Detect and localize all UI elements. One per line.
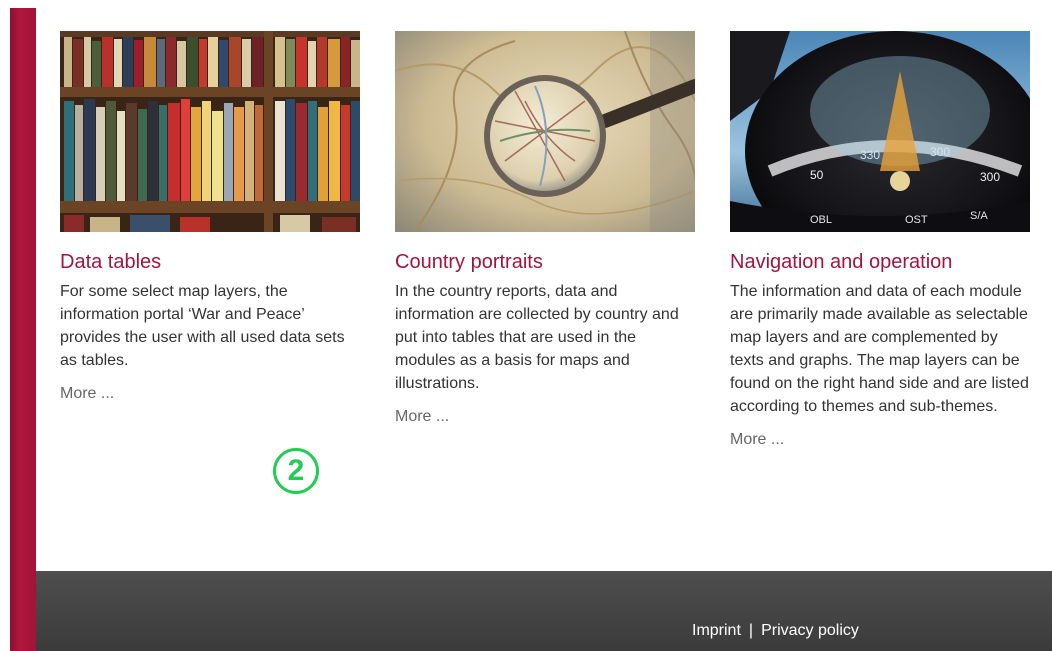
card-title[interactable]: Data tables <box>60 250 360 274</box>
bookshelf-image[interactable] <box>60 31 360 232</box>
svg-text:50: 50 <box>810 168 824 182</box>
footer-separator: | <box>748 622 754 639</box>
compass-image[interactable]: 50 330 300 300 OBL OST S/A <box>730 31 1030 232</box>
card-description: In the country reports, data and informa… <box>395 283 679 392</box>
more-link[interactable]: More ... <box>395 408 449 426</box>
card-description: The information and data of each module … <box>730 283 1029 415</box>
card-title[interactable]: Country portraits <box>395 250 695 274</box>
svg-text:OST: OST <box>905 214 928 226</box>
accent-stripe <box>10 8 36 651</box>
privacy-policy-link[interactable]: Privacy policy <box>761 622 859 639</box>
left-accent-bar <box>0 0 36 651</box>
footer-links: Imprint | Privacy policy <box>692 622 859 640</box>
svg-text:300: 300 <box>980 170 1000 184</box>
imprint-link[interactable]: Imprint <box>692 622 741 639</box>
more-link[interactable]: More ... <box>730 431 784 449</box>
card-country-portraits: Country portraits In the country reports… <box>395 31 695 426</box>
more-link[interactable]: More ... <box>60 385 114 403</box>
svg-text:OBL: OBL <box>810 214 832 226</box>
footer: Imprint | Privacy policy <box>36 571 1052 651</box>
card-data-tables: Data tables For some select map layers, … <box>60 31 360 403</box>
svg-text:S/A: S/A <box>970 210 988 222</box>
magnifying-glass-map-image[interactable] <box>395 31 695 232</box>
step-number-badge: 2 <box>273 448 319 494</box>
card-navigation-operation: 50 330 300 300 OBL OST S/A Navigation an… <box>730 31 1030 449</box>
card-description: For some select map layers, the informat… <box>60 283 345 369</box>
card-title[interactable]: Navigation and operation <box>730 250 1030 274</box>
